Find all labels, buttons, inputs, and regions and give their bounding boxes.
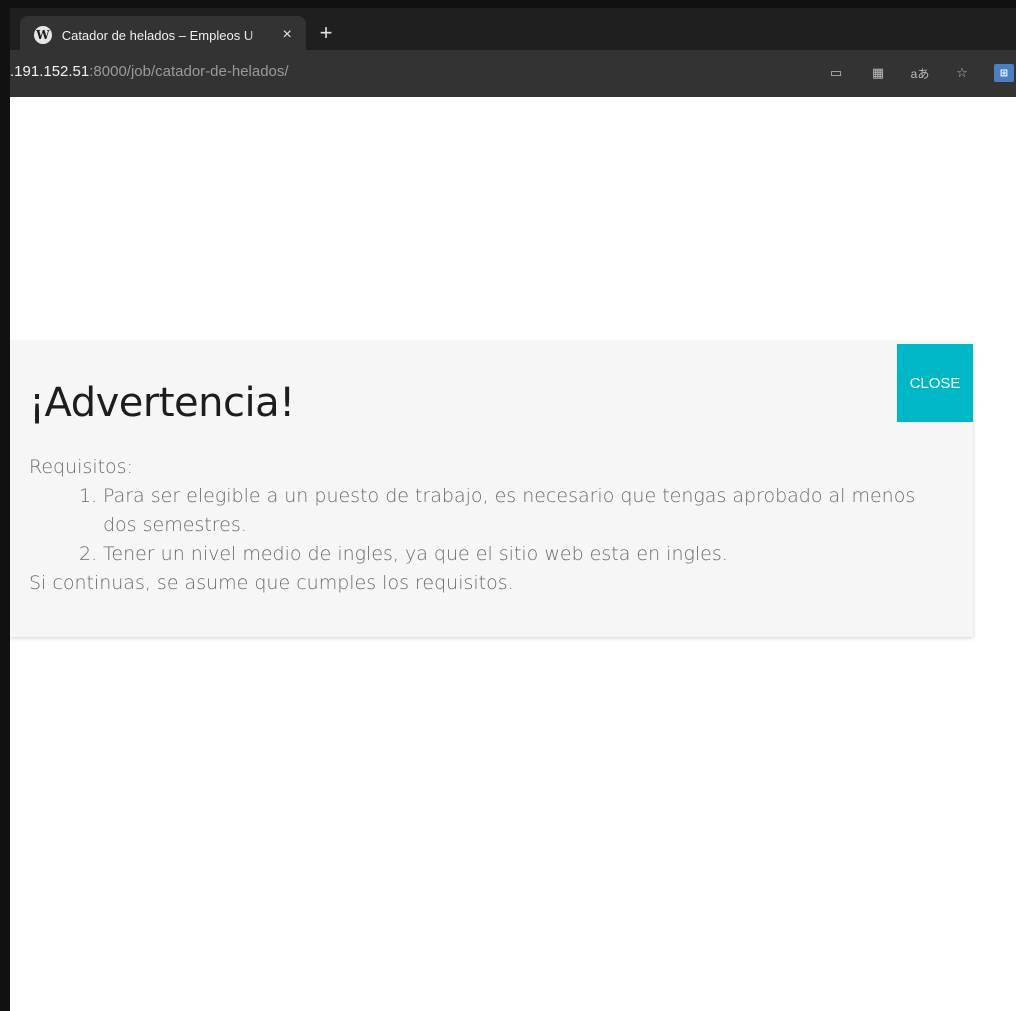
favorite-icon[interactable]: ☆ — [952, 65, 972, 81]
close-tab-icon[interactable]: × — [278, 26, 296, 44]
grid-icon[interactable]: ▦ — [868, 65, 888, 81]
requirement-item: 1. Para ser elegible a un puesto de trab… — [29, 482, 939, 540]
url-host: .191.152.51 — [10, 63, 90, 80]
warning-modal: CLOSE ¡Advertencia! Requisitos: 1. Para … — [10, 342, 973, 637]
extension-icon[interactable]: ⊞ — [994, 64, 1014, 82]
requirement-number: 2. — [79, 543, 98, 565]
requirement-number: 1. — [79, 485, 98, 507]
address-bar[interactable]: .191.152.51:8000/job/catador-de-helados/… — [10, 50, 1016, 97]
translate-icon[interactable]: aあ — [910, 65, 930, 82]
screenshot-frame-top — [0, 0, 1016, 8]
wordpress-icon: W — [34, 26, 52, 44]
device-icon[interactable]: ▭ — [826, 65, 846, 81]
tab-bar: W Catador de helados – Empleos U × + — [10, 8, 1016, 54]
requirements-list: 1. Para ser elegible a un puesto de trab… — [29, 482, 959, 569]
requirement-text: Para ser elegible a un puesto de trabajo… — [103, 485, 916, 536]
screenshot-frame-left — [0, 0, 10, 1011]
toolbar-icons: ▭ ▦ aあ ☆ ⊞ — [826, 60, 1016, 86]
requirements-heading: Requisitos: — [29, 456, 133, 478]
requirement-text: Tener un nivel medio de ingles, ya que e… — [103, 543, 728, 565]
footer-text: Si continuas, se asume que cumples los r… — [29, 572, 514, 594]
requirement-item: 2. Tener un nivel medio de ingles, ya qu… — [29, 540, 939, 569]
url-path: :8000/job/catador-de-helados/ — [89, 63, 289, 80]
browser-tab[interactable]: W Catador de helados – Empleos U × — [20, 16, 306, 54]
page-content: CLOSE ¡Advertencia! Requisitos: 1. Para … — [10, 97, 1016, 1011]
new-tab-button[interactable]: + — [314, 22, 338, 46]
url-text[interactable]: .191.152.51:8000/job/catador-de-helados/ — [10, 63, 289, 80]
modal-body: Requisitos: 1. Para ser elegible a un pu… — [29, 453, 959, 598]
tab-title: Catador de helados – Empleos U — [61, 27, 254, 43]
modal-title: ¡Advertencia! — [29, 380, 295, 426]
close-button[interactable]: CLOSE — [897, 344, 973, 422]
